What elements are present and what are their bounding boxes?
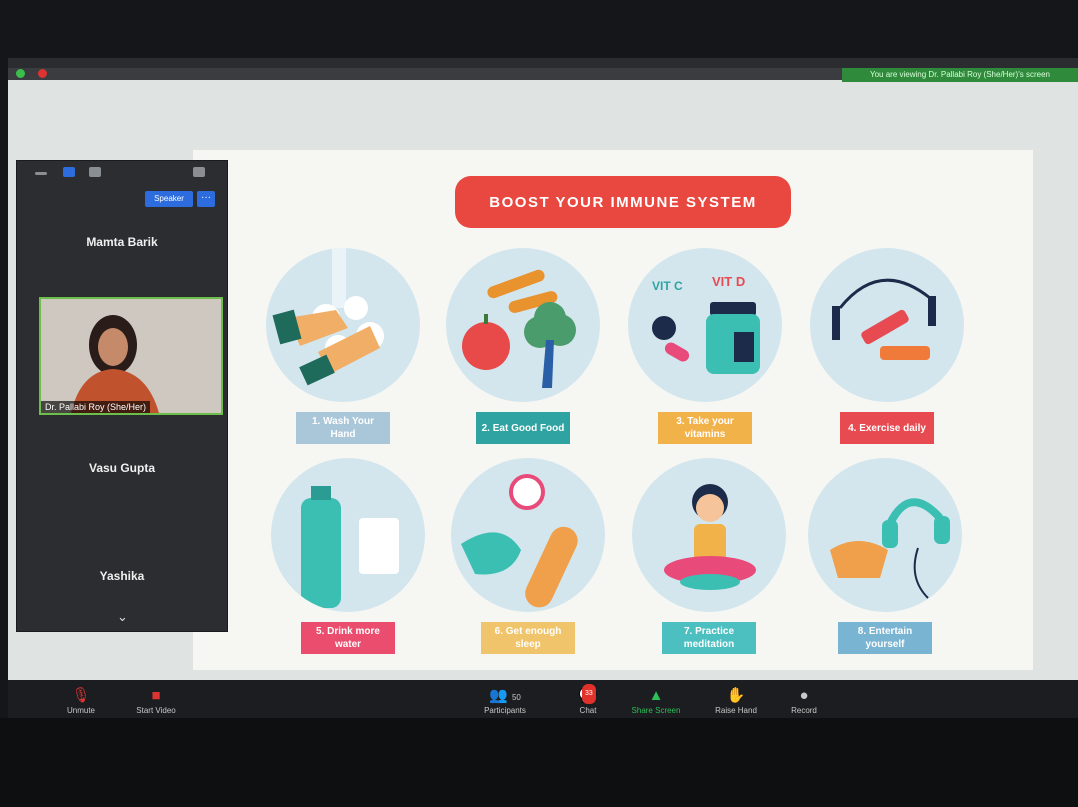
record-label: Record [791,706,817,715]
video-off-icon: ■ [151,687,161,704]
tip-label: 2. Eat Good Food [476,412,570,444]
info-icon[interactable] [38,69,47,78]
raise-hand-label: Raise Hand [715,706,757,715]
food-illustration [446,248,600,402]
gallery-view-icon[interactable] [89,167,101,177]
sleep-illustration [451,458,605,612]
tip-take-vitamins: VIT C VIT D 3. Take your vitamins [625,248,785,444]
tip-exercise-daily: 4. Exercise daily [807,248,967,444]
record-icon: ● [799,687,809,704]
speaker-view-button[interactable]: Speaker [145,191,193,207]
tip-label: 4. Exercise daily [840,412,934,444]
slide-title: BOOST YOUR IMMUNE SYSTEM [455,176,791,228]
participant-name: Dr. Pallabi Roy (She/Her) [41,401,151,413]
tip-label: 6. Get enough sleep [481,622,575,654]
active-speaker-video[interactable]: Dr. Pallabi Roy (She/Her) [39,297,223,415]
entertainment-illustration [808,458,962,612]
tip-label: 8. Entertain yourself [838,622,932,654]
record-button[interactable]: ● Record [784,686,824,715]
tip-label: 5. Drink more water [301,622,395,654]
more-options-button[interactable]: ··· [197,191,215,207]
muted-microphone-icon: 🎙 [71,687,91,704]
participant-tile[interactable]: Vasu Gupta [17,461,227,475]
chat-button[interactable]: 💬33 Chat [568,684,608,715]
monitor-bezel [0,718,1078,807]
speaker-video-feed [41,299,221,413]
minimize-icon[interactable] [35,172,47,175]
vit-d-text: VIT D [712,274,745,289]
share-screen-icon: ▲ [648,687,664,704]
participant-name: Yashika [99,569,145,583]
participant-name: Vasu Gupta [88,461,156,475]
start-video-button[interactable]: ■ Start Video [126,686,186,715]
window-title-bar: You are viewing Dr. Pallabi Roy (She/Her… [8,68,1078,82]
wash-hands-illustration [266,248,420,402]
raise-hand-button[interactable]: ✋ Raise Hand [708,686,764,715]
unmute-button[interactable]: 🎙 Unmute [56,686,106,715]
chat-label: Chat [579,706,597,715]
scroll-down-chevron-icon[interactable]: ⌄ [117,609,128,625]
exit-fullscreen-icon[interactable] [193,167,205,177]
tip-label: 7. Practice meditation [662,622,756,654]
security-shield-icon[interactable] [16,69,25,78]
vitamins-illustration: VIT C VIT D [628,248,782,402]
meditation-illustration [632,458,786,612]
start-video-label: Start Video [136,706,176,715]
participant-tile[interactable]: Yashika [17,569,227,583]
tip-drink-water: 5. Drink more water [268,458,428,654]
tip-practice-meditation: 7. Practice meditation [629,458,789,654]
chat-icon: 💬33 [568,684,608,706]
vit-c-text: VIT C [652,279,683,293]
tip-get-enough-sleep: 6. Get enough sleep [448,458,608,654]
tip-label: 3. Take your vitamins [658,412,752,444]
tip-eat-good-food: 2. Eat Good Food [443,248,603,444]
shared-screen-slide: BOOST YOUR IMMUNE SYSTEM 1. Wash Your Ha… [193,150,1033,670]
participants-icon: 👥 50 [489,687,521,704]
participant-name: Mamta Barik [86,235,158,249]
raise-hand-icon: ✋ [726,687,746,704]
exercise-illustration [810,248,964,402]
tip-label: 1. Wash Your Hand [296,412,390,444]
single-view-icon[interactable] [63,167,75,177]
chat-unread-badge: 33 [582,684,596,704]
participants-video-panel[interactable]: Speaker ··· Mamta Barik Dr. Pallabi Roy … [16,160,228,632]
viewing-screen-banner: You are viewing Dr. Pallabi Roy (She/Her… [842,68,1078,82]
panel-toolbar [17,161,227,187]
tip-wash-hand: 1. Wash Your Hand [263,248,423,444]
share-screen-label: Share Screen [631,706,681,715]
participants-count: 50 [511,693,521,702]
unmute-label: Unmute [66,706,95,715]
water-illustration [271,458,425,612]
tip-entertain-yourself: 8. Entertain yourself [805,458,965,654]
participants-label: Participants [484,706,526,715]
share-screen-button[interactable]: ▲ Share Screen [624,686,688,715]
participant-tile[interactable]: Mamta Barik [17,235,227,249]
zoom-window: You are viewing Dr. Pallabi Roy (She/Her… [8,58,1078,728]
participants-button[interactable]: 👥 50 Participants [470,686,540,715]
